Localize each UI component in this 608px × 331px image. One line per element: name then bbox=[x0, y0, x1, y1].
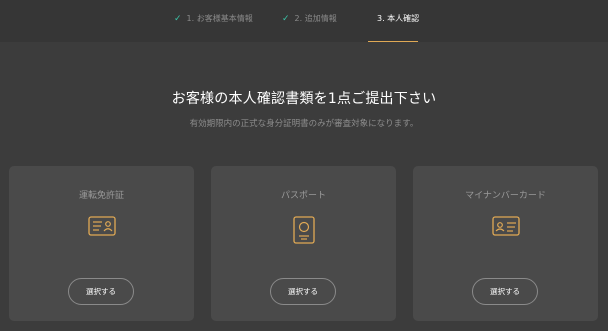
step-additional-info[interactable]: ✓ 2. 追加情報 bbox=[282, 13, 337, 24]
card-drivers-license[interactable]: 運転免許証 選択する bbox=[9, 166, 194, 321]
card-title: パスポート bbox=[280, 191, 326, 201]
checkmark-icon: ✓ bbox=[282, 13, 290, 24]
step-label: 3. 本人確認 bbox=[377, 14, 420, 23]
step-label: 1. お客様基本情報 bbox=[186, 14, 253, 23]
page-subtitle: 有効期限内の正式な身分証明書のみが審査対象になります。 bbox=[189, 119, 419, 129]
checkmark-icon: ✓ bbox=[174, 13, 182, 24]
card-title: マイナンバーカード bbox=[465, 191, 546, 201]
page-title: お客様の本人確認書類を1点ご提出下さい bbox=[171, 91, 437, 107]
drivers-license-icon bbox=[87, 216, 116, 240]
card-title: 運転免許証 bbox=[78, 191, 124, 201]
step-basic-info[interactable]: ✓ 1. お客様基本情報 bbox=[174, 13, 253, 24]
step-identity-verification[interactable]: 3. 本人確認 bbox=[377, 13, 419, 24]
card-passport[interactable]: パスポート 選択する bbox=[211, 166, 396, 321]
progress-stepper: ✓ 1. お客様基本情報 ✓ 2. 追加情報 3. 本人確認 bbox=[0, 0, 608, 42]
select-drivers-license-button[interactable]: 選択する bbox=[68, 278, 134, 305]
select-passport-button[interactable]: 選択する bbox=[270, 278, 336, 305]
id-card-icon bbox=[491, 216, 520, 240]
step-label: 2. 追加情報 bbox=[294, 14, 337, 23]
select-my-number-button[interactable]: 選択する bbox=[472, 278, 538, 305]
card-my-number[interactable]: マイナンバーカード 選択する bbox=[413, 166, 598, 321]
active-step-indicator bbox=[368, 41, 418, 42]
passport-icon bbox=[292, 216, 315, 248]
